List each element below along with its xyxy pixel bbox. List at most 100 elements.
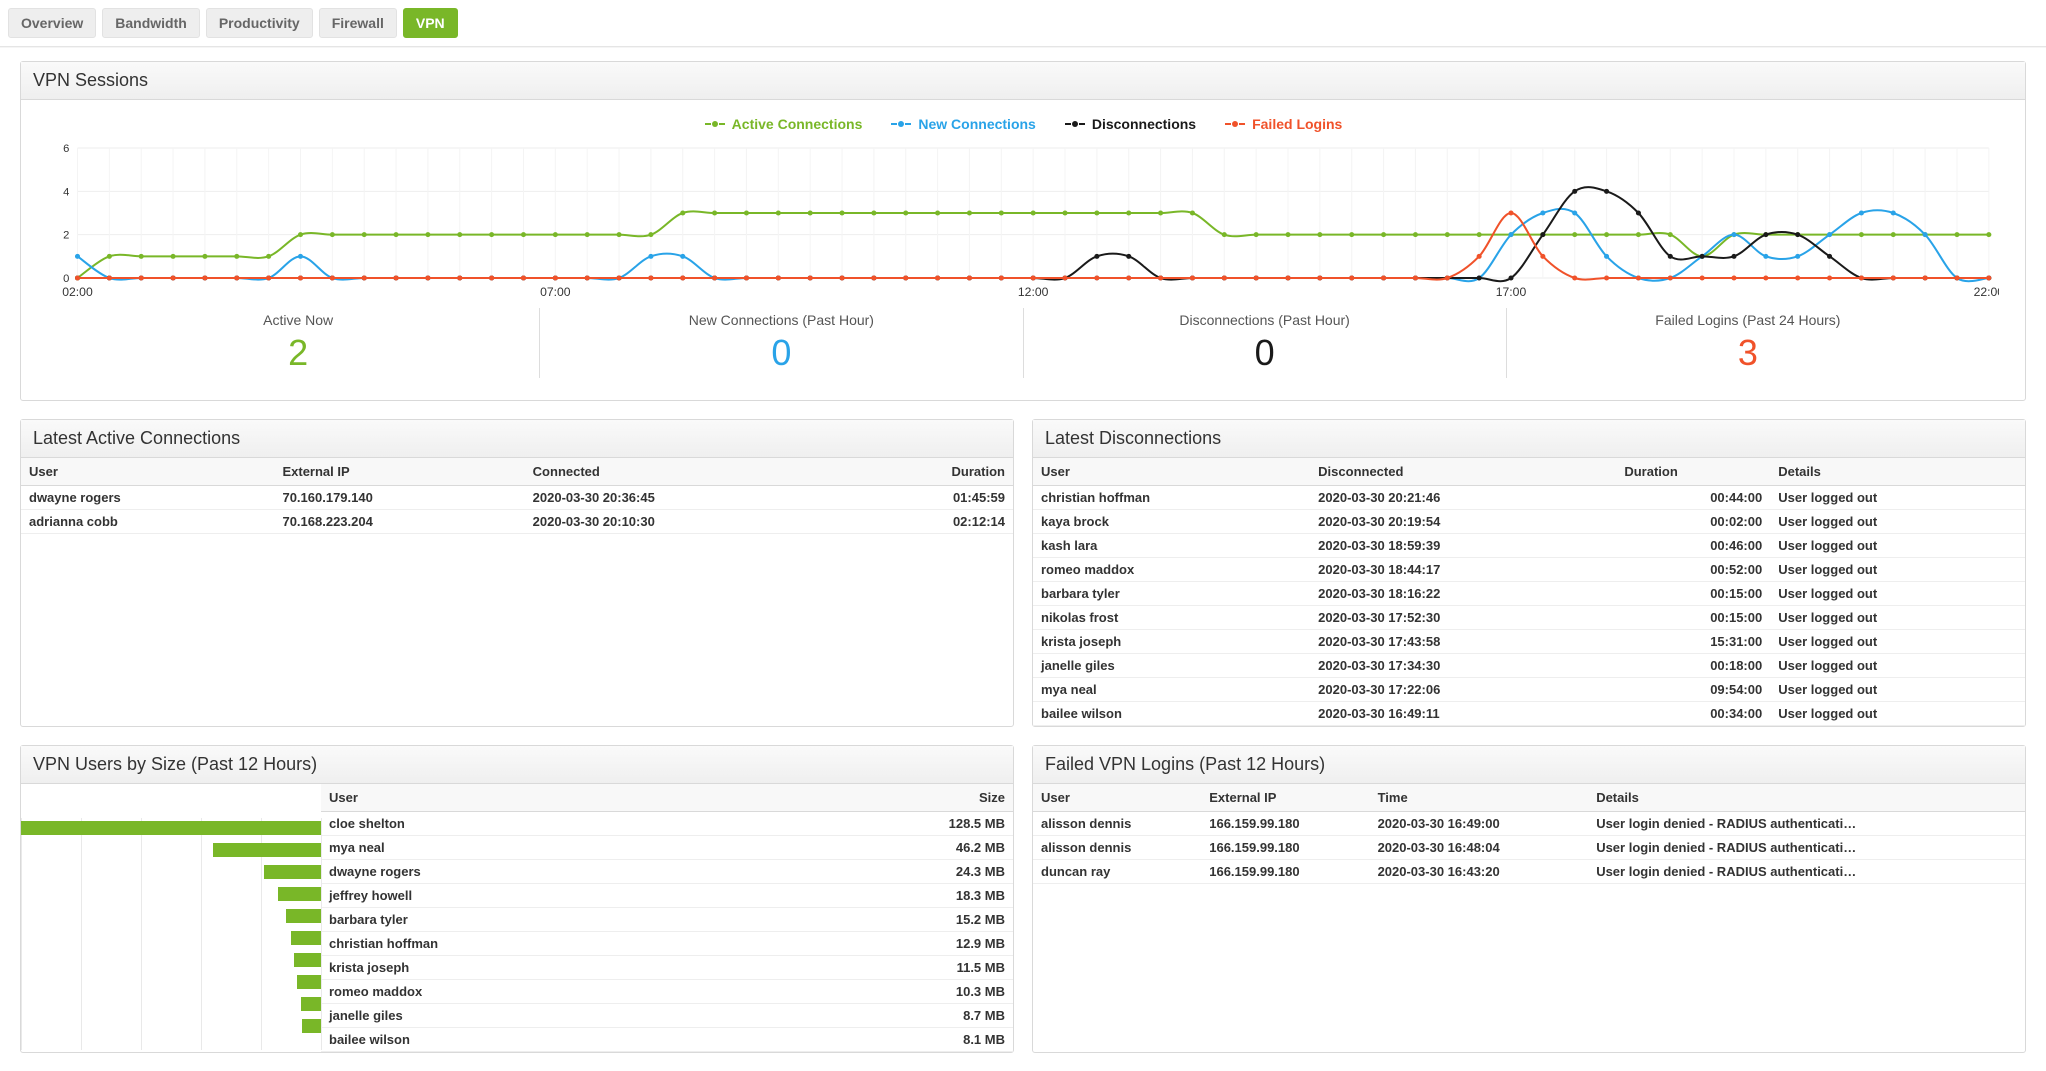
col-user[interactable]: User: [21, 458, 274, 486]
legend-new-label: New Connections: [918, 116, 1035, 132]
tab-productivity[interactable]: Productivity: [206, 8, 313, 38]
failed-logins-title: Failed VPN Logins (Past 12 Hours): [1033, 746, 2025, 784]
table-row[interactable]: duncan ray166.159.99.1802020-03-30 16:43…: [1033, 860, 2025, 884]
legend-disc[interactable]: Disconnections: [1064, 116, 1196, 132]
svg-text:07:00: 07:00: [540, 285, 571, 299]
col-user[interactable]: User: [321, 784, 759, 812]
cell: 00:34:00: [1616, 702, 1770, 726]
cell: 00:02:00: [1616, 510, 1770, 534]
size-bar: [21, 821, 321, 835]
col-disc[interactable]: Disconnected: [1310, 458, 1616, 486]
size-bar: [294, 953, 321, 967]
table-row[interactable]: krista joseph11.5 MB: [321, 956, 1013, 980]
cell: 2020-03-30 16:49:00: [1370, 812, 1589, 836]
table-row[interactable]: alisson dennis166.159.99.1802020-03-30 1…: [1033, 812, 2025, 836]
table-row[interactable]: cloe shelton128.5 MB: [321, 812, 1013, 836]
vpn-sessions-chart[interactable]: 024602:0007:0012:0017:0022:00: [47, 142, 1999, 302]
cell: 2020-03-30 16:49:11: [1310, 702, 1616, 726]
legend-active-label: Active Connections: [732, 116, 863, 132]
disconnections-panel: Latest Disconnections User Disconnected …: [1032, 419, 2026, 727]
col-size[interactable]: Size: [759, 784, 1013, 812]
cell: User logged out: [1770, 510, 2025, 534]
users-by-size-bars[interactable]: [21, 784, 321, 1052]
table-row[interactable]: dwayne rogers24.3 MB: [321, 860, 1013, 884]
cell: 8.7 MB: [759, 1004, 1013, 1028]
summary-row: Active Now 2 New Connections (Past Hour)…: [57, 308, 1989, 378]
table-row[interactable]: mya neal46.2 MB: [321, 836, 1013, 860]
table-row[interactable]: jeffrey howell18.3 MB: [321, 884, 1013, 908]
cell: 2020-03-30 16:48:04: [1370, 836, 1589, 860]
legend-active[interactable]: Active Connections: [704, 116, 863, 132]
active-connections-title: Latest Active Connections: [21, 420, 1013, 458]
table-row[interactable]: bailee wilson2020-03-30 16:49:1100:34:00…: [1033, 702, 2025, 726]
users-by-size-title: VPN Users by Size (Past 12 Hours): [21, 746, 1013, 784]
summary-failed-label: Failed Logins (Past 24 Hours): [1507, 312, 1989, 328]
size-bar: [213, 843, 321, 857]
legend-failed[interactable]: Failed Logins: [1224, 116, 1342, 132]
cell: 10.3 MB: [759, 980, 1013, 1004]
failed-logins-table: User External IP Time Details alisson de…: [1033, 784, 2025, 884]
tab-bandwidth[interactable]: Bandwidth: [102, 8, 200, 38]
tab-overview[interactable]: Overview: [8, 8, 96, 38]
table-row[interactable]: janelle giles8.7 MB: [321, 1004, 1013, 1028]
cell: alisson dennis: [1033, 812, 1201, 836]
table-row[interactable]: romeo maddox10.3 MB: [321, 980, 1013, 1004]
cell: 166.159.99.180: [1201, 812, 1369, 836]
active-connections-table: User External IP Connected Duration dway…: [21, 458, 1013, 534]
cell: christian hoffman: [1033, 486, 1310, 510]
cell: romeo maddox: [321, 980, 759, 1004]
tab-firewall[interactable]: Firewall: [319, 8, 397, 38]
cell: duncan ray: [1033, 860, 1201, 884]
col-det[interactable]: Details: [1770, 458, 2025, 486]
col-det[interactable]: Details: [1588, 784, 2025, 812]
cell: User login denied - RADIUS authenticati…: [1588, 836, 2025, 860]
tab-vpn[interactable]: VPN: [403, 8, 458, 38]
cell: 00:15:00: [1616, 606, 1770, 630]
cell: adrianna cobb: [21, 510, 274, 534]
cell: 166.159.99.180: [1201, 860, 1369, 884]
cell: 2020-03-30 18:16:22: [1310, 582, 1616, 606]
cell: cloe shelton: [321, 812, 759, 836]
table-row[interactable]: dwayne rogers70.160.179.1402020-03-30 20…: [21, 486, 1013, 510]
table-row[interactable]: janelle giles2020-03-30 17:34:3000:18:00…: [1033, 654, 2025, 678]
cell: User logged out: [1770, 702, 2025, 726]
col-conn[interactable]: Connected: [525, 458, 850, 486]
table-row[interactable]: christian hoffman2020-03-30 20:21:4600:4…: [1033, 486, 2025, 510]
col-ip[interactable]: External IP: [274, 458, 524, 486]
col-dur[interactable]: Duration: [850, 458, 1013, 486]
table-row[interactable]: barbara tyler15.2 MB: [321, 908, 1013, 932]
table-row[interactable]: alisson dennis166.159.99.1802020-03-30 1…: [1033, 836, 2025, 860]
legend-swatch-icon: [1064, 121, 1086, 127]
table-row[interactable]: nikolas frost2020-03-30 17:52:3000:15:00…: [1033, 606, 2025, 630]
col-time[interactable]: Time: [1370, 784, 1589, 812]
cell: User logged out: [1770, 534, 2025, 558]
cell: 01:45:59: [850, 486, 1013, 510]
table-row[interactable]: christian hoffman12.9 MB: [321, 932, 1013, 956]
top-tabs: Overview Bandwidth Productivity Firewall…: [0, 0, 2046, 46]
table-row[interactable]: barbara tyler2020-03-30 18:16:2200:15:00…: [1033, 582, 2025, 606]
cell: mya neal: [1033, 678, 1310, 702]
col-user[interactable]: User: [1033, 784, 1201, 812]
cell: nikolas frost: [1033, 606, 1310, 630]
svg-text:0: 0: [63, 273, 69, 285]
col-ip[interactable]: External IP: [1201, 784, 1369, 812]
legend-new[interactable]: New Connections: [890, 116, 1035, 132]
table-row[interactable]: romeo maddox2020-03-30 18:44:1700:52:00U…: [1033, 558, 2025, 582]
cell: janelle giles: [321, 1004, 759, 1028]
cell: kash lara: [1033, 534, 1310, 558]
cell: romeo maddox: [1033, 558, 1310, 582]
vpn-sessions-title: VPN Sessions: [21, 62, 2025, 100]
table-row[interactable]: kash lara2020-03-30 18:59:3900:46:00User…: [1033, 534, 2025, 558]
summary-active-value: 2: [288, 332, 308, 373]
table-row[interactable]: adrianna cobb70.168.223.2042020-03-30 20…: [21, 510, 1013, 534]
table-row[interactable]: krista joseph2020-03-30 17:43:5815:31:00…: [1033, 630, 2025, 654]
table-row[interactable]: kaya brock2020-03-30 20:19:5400:02:00Use…: [1033, 510, 2025, 534]
svg-text:2: 2: [63, 230, 69, 242]
cell: User logged out: [1770, 678, 2025, 702]
table-row[interactable]: mya neal2020-03-30 17:22:0609:54:00User …: [1033, 678, 2025, 702]
summary-failed: Failed Logins (Past 24 Hours) 3: [1507, 308, 1989, 378]
size-bar: [286, 909, 321, 923]
col-user[interactable]: User: [1033, 458, 1310, 486]
cell: dwayne rogers: [21, 486, 274, 510]
col-dur[interactable]: Duration: [1616, 458, 1770, 486]
